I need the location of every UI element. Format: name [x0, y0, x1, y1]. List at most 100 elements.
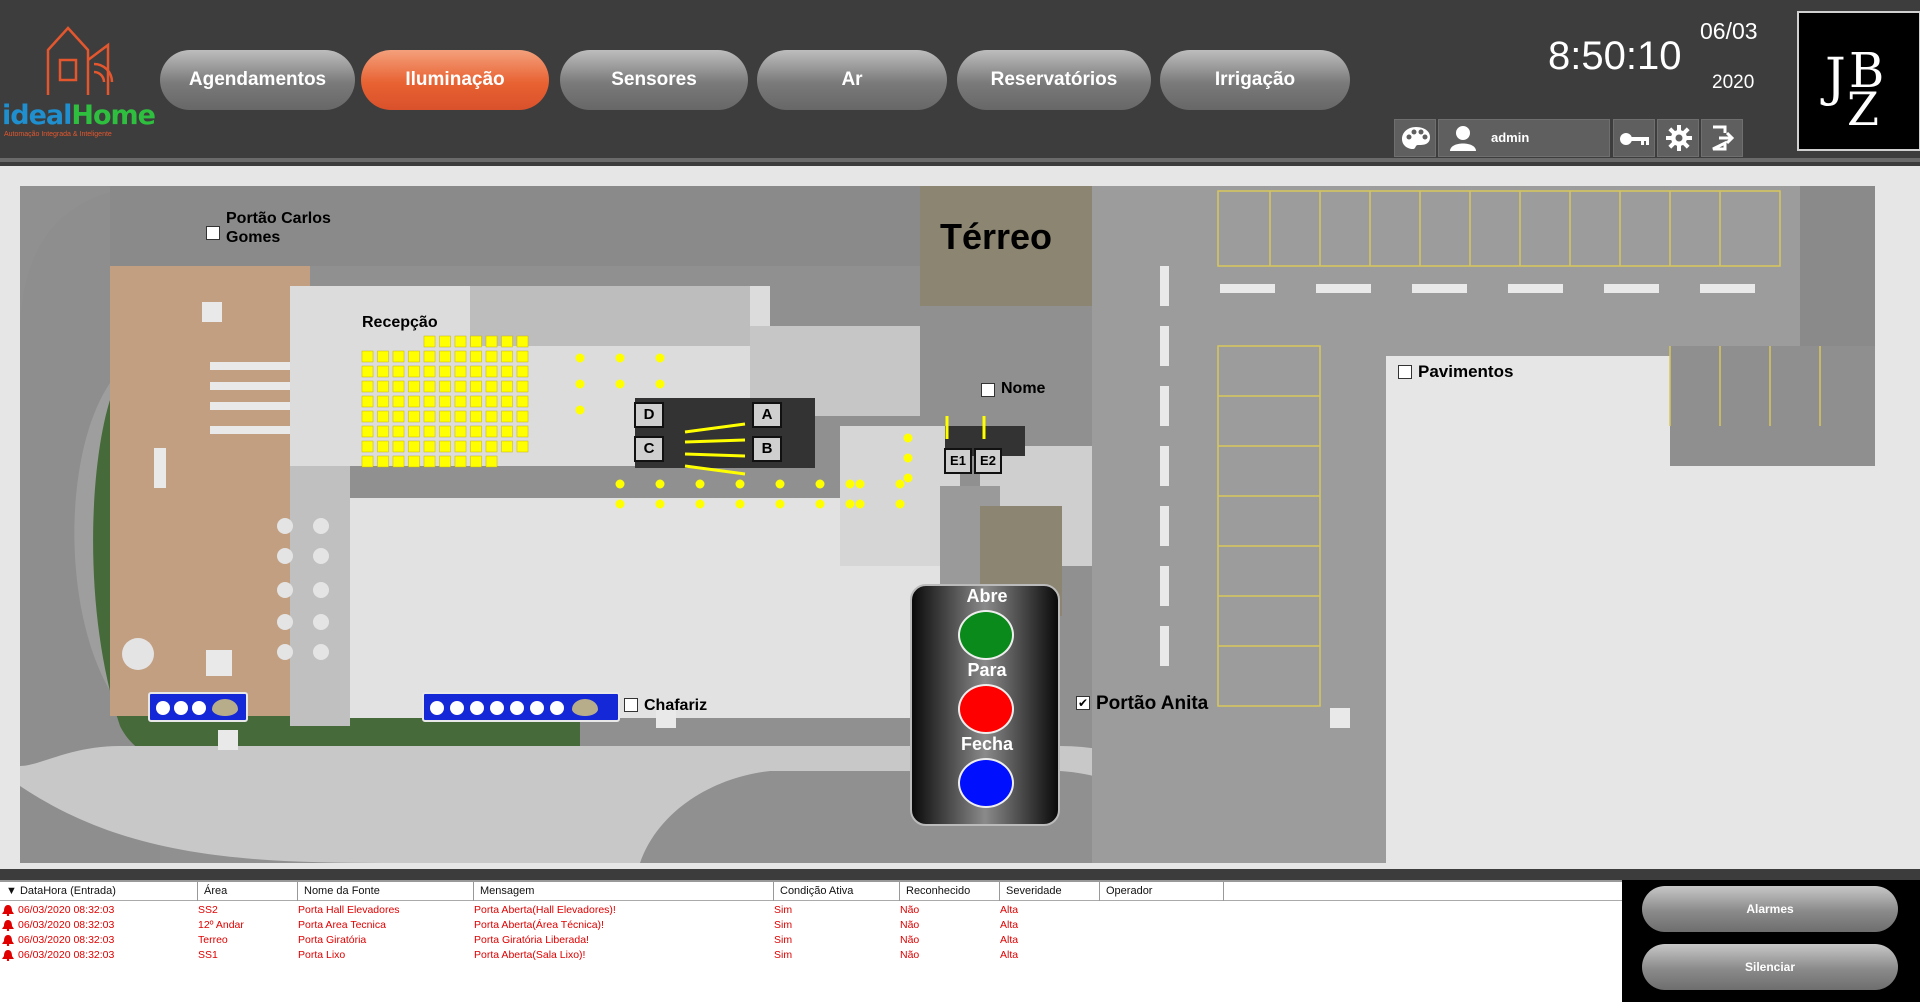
light-spot[interactable]: [775, 479, 785, 489]
light-fixture[interactable]: [439, 425, 451, 438]
light-fixture[interactable]: [501, 410, 513, 423]
light-spot[interactable]: [895, 479, 905, 489]
light-fixture[interactable]: [392, 455, 405, 468]
nav-iluminacao[interactable]: Iluminação: [361, 50, 549, 110]
col-active[interactable]: Condição Ativa: [774, 882, 900, 901]
light-fixture[interactable]: [454, 395, 467, 408]
light-spot[interactable]: [845, 479, 855, 489]
light-fixture[interactable]: [377, 440, 389, 453]
table-row[interactable]: 06/03/2020 08:32:03 SS1 Porta Lixo Porta Ab…: [0, 948, 1622, 963]
col-area[interactable]: Área: [198, 882, 298, 901]
nome-checkbox[interactable]: [981, 383, 995, 397]
light-fixture[interactable]: [470, 395, 482, 408]
light-fixture[interactable]: [454, 410, 467, 423]
light-fixture[interactable]: [485, 410, 498, 423]
theme-button[interactable]: [1394, 119, 1436, 157]
col-source[interactable]: Nome da Fonte: [298, 882, 474, 901]
light-fixture[interactable]: [377, 410, 389, 423]
light-fixture[interactable]: [377, 350, 389, 363]
light-fixture[interactable]: [501, 395, 513, 408]
fountain-left[interactable]: [148, 692, 248, 722]
light-spot[interactable]: [815, 499, 825, 509]
light-fixture[interactable]: [454, 455, 467, 468]
light-fixture[interactable]: [516, 395, 529, 408]
portao-anita-checkbox[interactable]: ✔: [1076, 696, 1090, 710]
elevator-e1[interactable]: E1: [944, 448, 972, 474]
light-fixture[interactable]: [470, 440, 482, 453]
table-row[interactable]: 06/03/2020 08:32:03 12º Andar Porta Area T…: [0, 918, 1622, 933]
light-fixture[interactable]: [392, 440, 405, 453]
settings-button[interactable]: [1657, 119, 1699, 157]
light-spot[interactable]: [775, 499, 785, 509]
col-severity[interactable]: Severidade: [1000, 882, 1100, 901]
light-fixture[interactable]: [361, 455, 374, 468]
light-spot[interactable]: [735, 479, 745, 489]
light-fixture[interactable]: [392, 395, 405, 408]
light-fixture[interactable]: [408, 410, 420, 423]
light-fixture[interactable]: [516, 410, 529, 423]
light-fixture[interactable]: [377, 425, 389, 438]
col-operator[interactable]: Operador: [1100, 882, 1224, 901]
light-fixture[interactable]: [439, 440, 451, 453]
light-fixture[interactable]: [485, 380, 498, 393]
light-fixture[interactable]: [485, 455, 498, 468]
pavimentos-checkbox[interactable]: [1398, 365, 1412, 379]
nav-sensores[interactable]: Sensores: [560, 50, 748, 110]
light-fixture[interactable]: [470, 425, 482, 438]
light-spot[interactable]: [695, 499, 705, 509]
elevator-c[interactable]: C: [634, 436, 664, 462]
gate-open-button[interactable]: [958, 610, 1014, 660]
light-spot[interactable]: [615, 353, 625, 363]
light-fixture[interactable]: [454, 350, 467, 363]
elevator-e2[interactable]: E2: [974, 448, 1002, 474]
light-fixture[interactable]: [392, 410, 405, 423]
fountain-center[interactable]: [422, 692, 620, 722]
light-fixture[interactable]: [454, 440, 467, 453]
light-fixture[interactable]: [423, 410, 436, 423]
password-button[interactable]: [1613, 119, 1655, 157]
light-fixture[interactable]: [470, 410, 482, 423]
light-fixture[interactable]: [485, 335, 498, 348]
light-spot[interactable]: [895, 499, 905, 509]
light-fixture[interactable]: [454, 425, 467, 438]
alarms-button[interactable]: Alarmes: [1642, 886, 1898, 932]
elevator-d[interactable]: D: [634, 402, 664, 428]
light-spot[interactable]: [695, 479, 705, 489]
light-spot[interactable]: [855, 499, 865, 509]
light-fixture[interactable]: [516, 440, 529, 453]
col-ack[interactable]: Reconhecido: [900, 882, 1000, 901]
light-fixture[interactable]: [470, 335, 482, 348]
light-fixture[interactable]: [470, 455, 482, 468]
light-fixture[interactable]: [408, 425, 420, 438]
light-spot[interactable]: [845, 499, 855, 509]
light-fixture[interactable]: [423, 380, 436, 393]
light-fixture[interactable]: [454, 335, 467, 348]
light-fixture[interactable]: [516, 350, 529, 363]
light-fixture[interactable]: [361, 425, 374, 438]
light-fixture[interactable]: [485, 365, 498, 378]
light-fixture[interactable]: [470, 365, 482, 378]
nav-agendamentos[interactable]: Agendamentos: [160, 50, 355, 110]
col-datetime[interactable]: ▼ DataHora (Entrada): [0, 882, 198, 901]
light-spot[interactable]: [575, 353, 585, 363]
light-fixture[interactable]: [423, 335, 436, 348]
light-fixture[interactable]: [361, 365, 374, 378]
portao-carlos-gomes-checkbox[interactable]: [206, 226, 220, 240]
elevator-a[interactable]: A: [752, 402, 782, 428]
light-fixture[interactable]: [408, 365, 420, 378]
light-fixture[interactable]: [361, 350, 374, 363]
light-fixture[interactable]: [439, 380, 451, 393]
light-fixture[interactable]: [392, 380, 405, 393]
light-fixture[interactable]: [408, 440, 420, 453]
light-fixture[interactable]: [516, 365, 529, 378]
light-fixture[interactable]: [392, 425, 405, 438]
gate-close-button[interactable]: [958, 758, 1014, 808]
light-spot[interactable]: [615, 479, 625, 489]
light-fixture[interactable]: [408, 380, 420, 393]
elevator-b[interactable]: B: [752, 436, 782, 462]
nav-ar[interactable]: Ar: [757, 50, 947, 110]
light-spot[interactable]: [655, 353, 665, 363]
light-fixture[interactable]: [516, 425, 529, 438]
light-fixture[interactable]: [423, 440, 436, 453]
gate-stop-button[interactable]: [958, 684, 1014, 734]
